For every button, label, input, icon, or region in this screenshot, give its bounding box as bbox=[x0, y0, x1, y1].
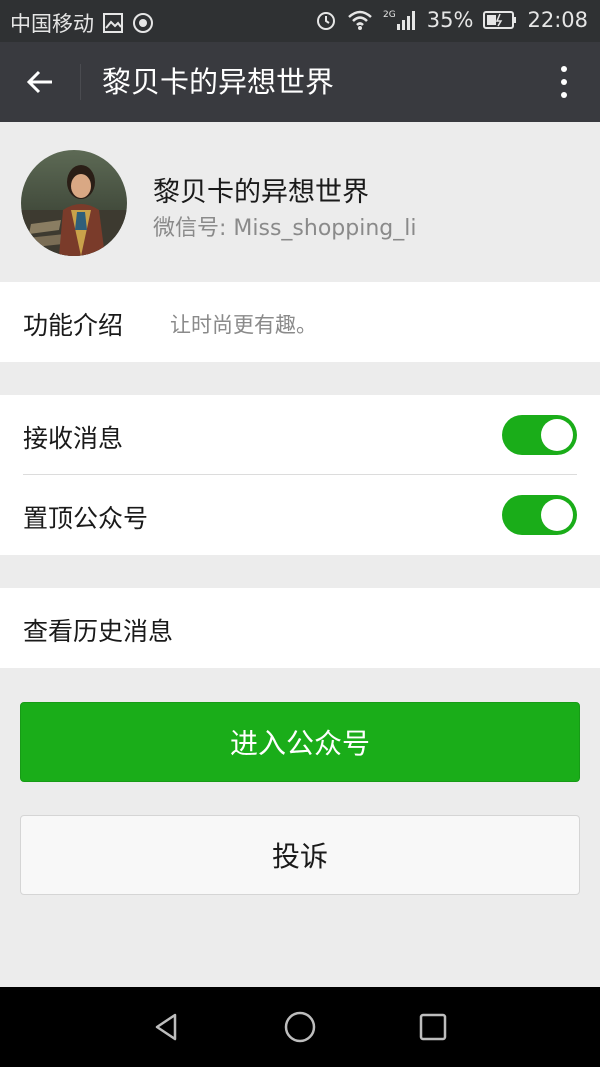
pin-account-row: 置顶公众号 bbox=[0, 475, 600, 555]
profile-section: 黎贝卡的异想世界 微信号: Miss_shopping_li bbox=[0, 122, 600, 280]
image-icon bbox=[102, 12, 124, 34]
header-divider bbox=[80, 64, 81, 100]
history-messages-label: 查看历史消息 bbox=[23, 617, 174, 646]
status-bar: 中国移动 2G 35% 22:08 bbox=[0, 0, 600, 42]
back-button[interactable] bbox=[18, 60, 62, 104]
network-label: 2G bbox=[383, 10, 396, 20]
nav-recent-button[interactable] bbox=[411, 1005, 455, 1049]
signal-icon: 2G bbox=[383, 8, 417, 32]
nav-back-button[interactable] bbox=[145, 1005, 189, 1049]
function-intro-row: 功能介绍 让时尚更有趣。 bbox=[0, 282, 600, 362]
system-nav-bar bbox=[0, 987, 600, 1067]
more-options-button[interactable] bbox=[542, 60, 586, 104]
avatar[interactable] bbox=[21, 150, 127, 256]
toggle-knob bbox=[541, 419, 573, 451]
history-messages-row[interactable]: 查看历史消息 bbox=[0, 588, 600, 668]
nav-home-button[interactable] bbox=[278, 1005, 322, 1049]
function-intro-value: 让时尚更有趣。 bbox=[170, 313, 317, 337]
more-vertical-icon bbox=[561, 66, 567, 72]
app-bar: 黎贝卡的异想世界 bbox=[0, 42, 600, 122]
wifi-icon bbox=[347, 9, 373, 31]
more-vertical-icon-dot bbox=[561, 92, 567, 98]
page-title: 黎贝卡的异想世界 bbox=[102, 65, 335, 99]
clock: 22:08 bbox=[527, 8, 588, 32]
pin-account-label: 置顶公众号 bbox=[23, 504, 149, 533]
toggle-knob bbox=[541, 499, 573, 531]
battery-icon bbox=[483, 10, 517, 30]
report-button[interactable]: 投诉 bbox=[20, 815, 580, 895]
function-intro-label: 功能介绍 bbox=[23, 311, 124, 340]
battery-percent: 35% bbox=[426, 8, 474, 32]
square-recent-icon bbox=[419, 1013, 447, 1041]
alarm-icon bbox=[315, 9, 337, 31]
wechat-id: 微信号: Miss_shopping_li bbox=[153, 216, 417, 241]
enter-account-button[interactable]: 进入公众号 bbox=[20, 702, 580, 782]
carrier-label: 中国移动 bbox=[10, 12, 94, 36]
triangle-back-icon bbox=[155, 1013, 177, 1041]
circle-home-icon bbox=[284, 1011, 316, 1043]
back-arrow-icon bbox=[26, 70, 52, 94]
receive-messages-toggle[interactable] bbox=[502, 415, 577, 455]
account-name: 黎贝卡的异想世界 bbox=[153, 177, 369, 208]
pin-account-toggle[interactable] bbox=[502, 495, 577, 535]
notification-icon bbox=[132, 12, 154, 34]
receive-messages-row: 接收消息 bbox=[0, 395, 600, 475]
more-vertical-icon-dot bbox=[561, 79, 567, 85]
receive-messages-label: 接收消息 bbox=[23, 424, 124, 453]
settings-card: 接收消息 置顶公众号 bbox=[0, 395, 600, 555]
